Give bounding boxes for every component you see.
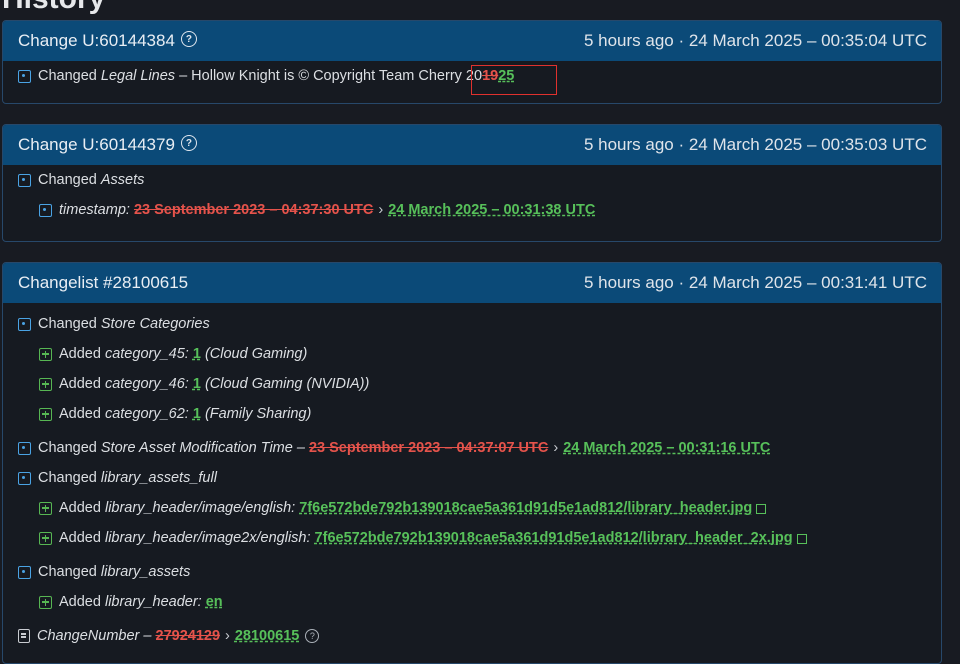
changed-icon — [18, 173, 31, 187]
asset-link[interactable]: 7f6e572bde792b139018cae5a361d91d5e1ad812… — [315, 530, 793, 546]
help-icon[interactable]: ? — [180, 31, 197, 47]
old-value: 23 September 2023 – 04:37:30 UTC — [133, 202, 374, 218]
new-value: 1 — [192, 346, 201, 362]
old-value: 23 September 2023 – 04:37:07 UTC — [308, 440, 549, 456]
field-name: timestamp — [59, 202, 126, 218]
asset-link[interactable]: 7f6e572bde792b139018cae5a361d91d5e1ad812… — [299, 500, 752, 516]
history-row: timestamp: 23 September 2023 – 04:37:30 … — [18, 195, 926, 225]
card-timestamp: 5 hours ago · 24 March 2025 – 00:35:03 U… — [583, 135, 927, 154]
new-value: 24 March 2025 – 00:31:16 UTC — [563, 440, 771, 456]
card-header: Changelist #28100615 5 hours ago · 24 Ma… — [3, 263, 941, 303]
history-row: Changed Assets — [18, 165, 926, 195]
added-icon — [39, 531, 52, 545]
field-name: Store Asset Modification Time — [100, 440, 293, 456]
history-card-changelist-28100615: Changelist #28100615 5 hours ago · 24 Ma… — [2, 262, 942, 664]
image-preview-icon[interactable] — [796, 534, 807, 544]
arrow: › — [378, 202, 384, 218]
help-icon[interactable]: ? — [180, 135, 197, 151]
changed-icon — [18, 471, 31, 485]
history-row: Changed library_assets_full — [18, 463, 926, 493]
card-header: Change U:60144379 ? 5 hours ago · 24 Mar… — [3, 125, 941, 165]
added-icon — [39, 501, 52, 515]
arrow: › — [225, 628, 230, 644]
field-text: – Hollow Knight is © Copyright Team Cher… — [175, 68, 483, 84]
added-icon — [39, 595, 52, 609]
history-row: Added library_header/image2x/english: 7f… — [18, 523, 926, 553]
new-value: 1 — [192, 376, 201, 392]
arrow: › — [553, 440, 559, 456]
history-row: Added category_62: 1 (Family Sharing) — [18, 399, 926, 429]
changed-icon — [18, 565, 31, 579]
field-name: library_assets_full — [100, 470, 217, 486]
new-value: en — [205, 594, 223, 610]
card-timestamp: 5 hours ago · 24 March 2025 – 00:31:41 U… — [583, 273, 927, 292]
image-preview-icon[interactable] — [756, 504, 767, 514]
changenumber-icon — [18, 629, 30, 643]
changed-icon — [18, 317, 31, 331]
changed-icon — [18, 441, 31, 455]
old-value: 27924129 — [155, 628, 221, 644]
history-row: Changed Store Categories — [18, 309, 926, 339]
field-name: library_header/image/english — [104, 500, 292, 516]
changelist-link[interactable]: 28100615 — [235, 628, 300, 644]
field-name: Store Categories — [100, 316, 210, 332]
changed-icon — [18, 69, 31, 83]
history-card-change-60144379: Change U:60144379 ? 5 hours ago · 24 Mar… — [2, 124, 942, 242]
help-icon[interactable]: ? — [305, 629, 320, 643]
value-note: (Cloud Gaming (NVIDIA)) — [200, 376, 370, 392]
field-name: category_46 — [104, 376, 185, 392]
value-note: (Cloud Gaming) — [200, 346, 308, 362]
added-icon — [39, 347, 52, 361]
history-row: ChangeNumber – 27924129 › 28100615 ? — [18, 621, 926, 651]
field-name: library_header — [104, 594, 198, 610]
card-title[interactable]: Changelist #28100615 — [18, 273, 188, 293]
field-name: Legal Lines — [100, 68, 176, 84]
card-header: Change U:60144384 ? 5 hours ago · 24 Mar… — [3, 21, 941, 61]
history-row: Added category_45: 1 (Cloud Gaming) — [18, 339, 926, 369]
field-name: Assets — [100, 172, 145, 188]
changed-icon — [39, 203, 52, 217]
page-title: History — [2, 0, 105, 16]
new-value: 1 — [192, 406, 201, 422]
highlight-box — [471, 65, 557, 95]
field-name: ChangeNumber — [37, 628, 140, 644]
new-value: 24 March 2025 – 00:31:38 UTC — [388, 202, 596, 218]
field-name: library_header/image2x/english — [104, 530, 307, 546]
field-name: category_62 — [104, 406, 185, 422]
field-name: category_45 — [104, 346, 185, 362]
card-title[interactable]: Change U:60144384 — [18, 31, 175, 51]
history-row: Added library_header/image/english: 7f6e… — [18, 493, 926, 523]
added-icon — [39, 377, 52, 391]
history-row: Added library_header: en — [18, 587, 926, 617]
card-timestamp: 5 hours ago · 24 March 2025 – 00:35:04 U… — [583, 31, 927, 50]
history-row: Changed library_assets — [18, 557, 926, 587]
value-note: (Family Sharing) — [200, 406, 312, 422]
history-row: Changed Store Asset Modification Time – … — [18, 433, 926, 463]
card-title[interactable]: Change U:60144379 — [18, 135, 175, 155]
field-name: library_assets — [100, 564, 191, 580]
history-row: Added category_46: 1 (Cloud Gaming (NVID… — [18, 369, 926, 399]
added-icon — [39, 407, 52, 421]
